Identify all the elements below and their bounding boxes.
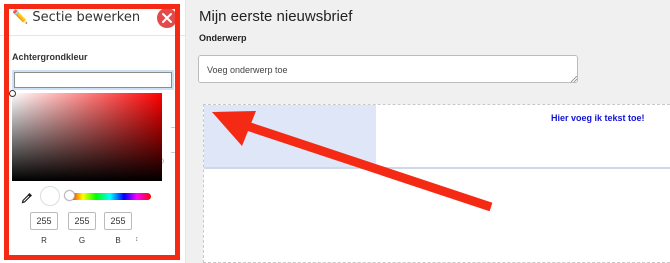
up-down-arrows-icon[interactable]: ↕ bbox=[135, 236, 139, 243]
email-canvas: Hier voeg ik tekst toe! bbox=[203, 104, 670, 263]
red-value-field[interactable]: 255 bbox=[30, 212, 58, 230]
hue-slider-handle[interactable] bbox=[64, 190, 75, 201]
close-button[interactable] bbox=[157, 8, 177, 28]
saturation-area[interactable] bbox=[9, 90, 162, 181]
newsletter-editor: Mijn eerste nieuwsbrief Onderwerp Hier v… bbox=[186, 0, 670, 263]
background-color-input[interactable] bbox=[14, 72, 172, 88]
panel-header: ✏️ Sectie bewerken bbox=[0, 0, 186, 36]
saturation-cursor[interactable] bbox=[9, 90, 16, 97]
green-value-field[interactable]: 255 bbox=[68, 212, 96, 230]
hidden-field bbox=[171, 127, 178, 153]
resize-grip-icon[interactable] bbox=[571, 76, 577, 82]
selected-column[interactable] bbox=[204, 105, 376, 167]
blue-label: B bbox=[115, 236, 121, 245]
text-block[interactable]: Hier voeg ik tekst toe! bbox=[551, 113, 645, 123]
close-x-icon bbox=[162, 13, 172, 23]
blue-value-field[interactable]: 255 bbox=[104, 212, 132, 230]
newsletter-title: Mijn eerste nieuwsbrief bbox=[199, 8, 353, 25]
red-label: R bbox=[41, 236, 47, 245]
panel-title: ✏️ Sectie bewerken bbox=[12, 10, 141, 25]
eyedropper-icon[interactable] bbox=[21, 192, 33, 204]
edit-section-panel: ✏️ Sectie bewerken Achtergrondkleur 255 … bbox=[0, 0, 186, 263]
screenshot-root: Mijn eerste nieuwsbrief Onderwerp Hier v… bbox=[0, 0, 670, 263]
subject-label: Onderwerp bbox=[199, 33, 247, 43]
content-section[interactable]: Hier voeg ik tekst toe! bbox=[204, 105, 670, 169]
background-color-label: Achtergrondkleur bbox=[12, 52, 88, 62]
selected-color-swatch bbox=[40, 186, 60, 206]
color-picker: 255 255 255 R G B ↕ bbox=[9, 90, 162, 255]
hue-slider[interactable] bbox=[69, 193, 151, 200]
green-label: G bbox=[78, 236, 86, 245]
subject-input[interactable] bbox=[198, 55, 578, 83]
